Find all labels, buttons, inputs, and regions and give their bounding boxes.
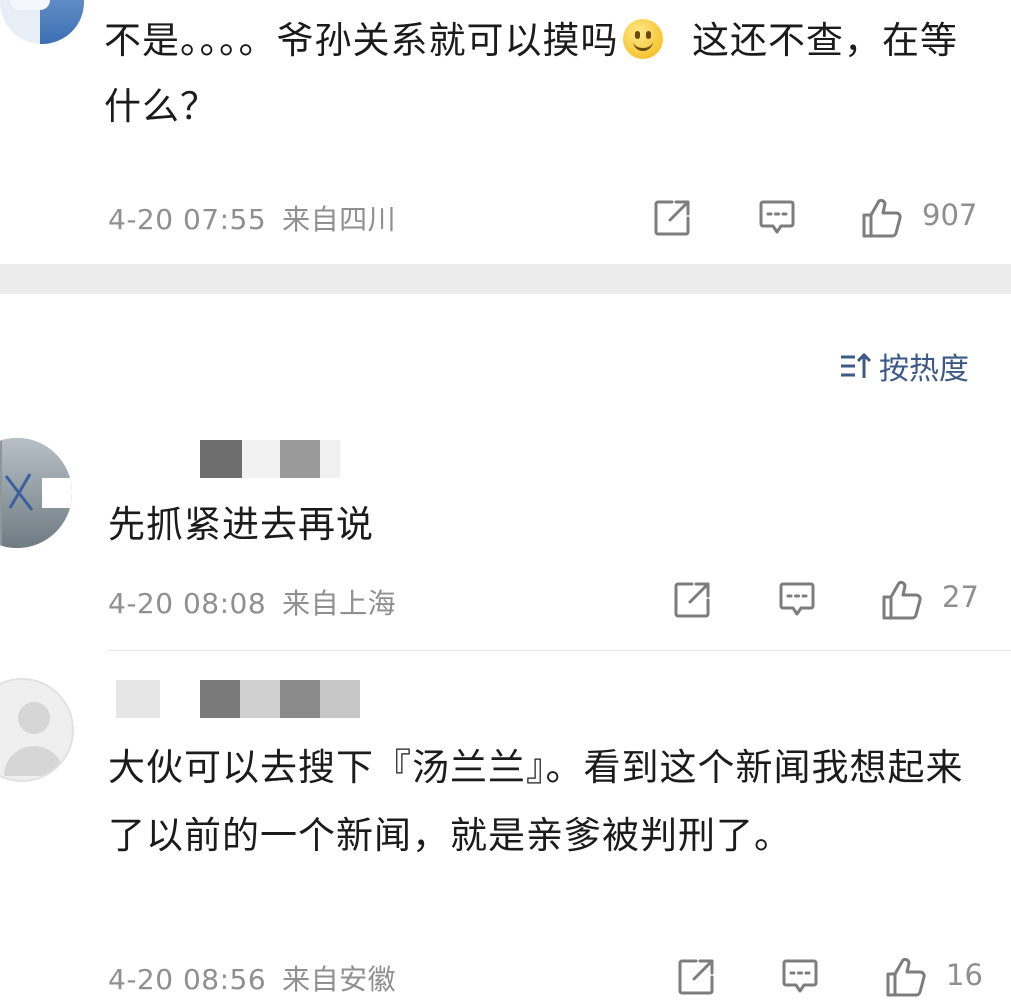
comment-date: 4-20 07:55: [108, 203, 267, 236]
section-divider: [0, 264, 1011, 294]
like-count: 907: [922, 198, 978, 232]
comment-text-part: 不是。。。。爷孙关系就可以摸吗: [104, 19, 619, 62]
like-icon[interactable]: [880, 578, 924, 622]
like-icon[interactable]: [884, 955, 928, 999]
like-icon[interactable]: [860, 196, 904, 240]
sort-button[interactable]: 按热度: [839, 344, 969, 388]
comment-text: 大伙可以去搜下『汤兰兰』。看到这个新闻我想起来了以前的一个新闻，就是亲爹被判刑了…: [108, 746, 964, 857]
comment-location: 来自安徽: [282, 963, 397, 996]
share-icon[interactable]: [652, 198, 692, 238]
comment-date: 4-20 08:56: [108, 963, 267, 996]
comment-date: 4-20 08:08: [108, 587, 267, 620]
comment-location: 来自四川: [282, 203, 397, 236]
comment-meta: 4-20 08:56 来自安徽: [108, 958, 396, 998]
row-divider: [108, 650, 1011, 651]
like-count: 16: [946, 958, 983, 992]
sort-label: 按热度: [879, 352, 969, 387]
comment-icon[interactable]: [780, 957, 820, 997]
comment-text: 不是。。。。爷孙关系就可以摸吗 这还不查，在等什么？: [104, 8, 984, 140]
comment-text: 先抓紧进去再说: [108, 503, 374, 546]
like-count: 27: [942, 580, 979, 614]
avatar[interactable]: [0, 438, 72, 548]
comment-meta: 4-20 08:08 来自上海: [108, 582, 396, 622]
avatar[interactable]: [0, 0, 84, 44]
share-icon[interactable]: [676, 957, 716, 997]
share-icon[interactable]: [672, 580, 712, 620]
username[interactable]: [200, 440, 360, 478]
smiley-emoji-icon: [622, 19, 663, 59]
comment-location: 来自上海: [282, 587, 397, 620]
avatar[interactable]: [0, 678, 74, 782]
comment-icon[interactable]: [777, 580, 817, 620]
comment-icon[interactable]: [757, 198, 797, 238]
username[interactable]: [116, 680, 360, 718]
comment-meta: 4-20 07:55 来自四川: [108, 198, 396, 238]
sort-icon: [841, 352, 872, 378]
